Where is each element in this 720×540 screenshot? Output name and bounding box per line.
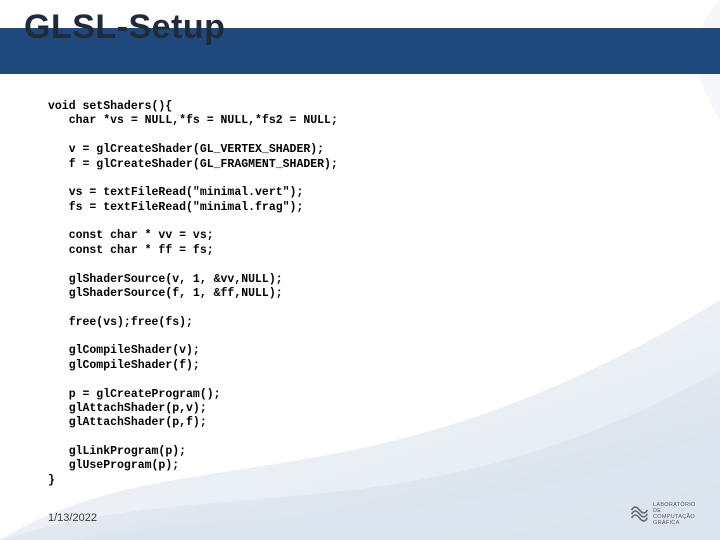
code-line: fs = textFileRead("minimal.frag");: [48, 201, 303, 214]
slide: GLSL-Setup void setShaders(){ char *vs =…: [0, 0, 720, 540]
code-line: free(vs);free(fs);: [48, 316, 193, 329]
code-line: glAttachShader(p,f);: [48, 416, 207, 429]
code-line: glAttachShader(p,v);: [48, 402, 207, 415]
logo-line: DE COMPUTAÇÃO: [653, 508, 698, 520]
code-block: void setShaders(){ char *vs = NULL,*fs =…: [48, 100, 660, 488]
logo-line: GRÁFICA: [653, 520, 698, 526]
code-line: void setShaders(){: [48, 100, 172, 113]
code-line: glLinkProgram(p);: [48, 445, 186, 458]
code-line: vs = textFileRead("minimal.vert");: [48, 186, 303, 199]
code-line: const char * ff = fs;: [48, 244, 214, 257]
wave-icon: [630, 502, 649, 526]
code-line: }: [48, 474, 55, 487]
logo-text: LABORATÓRIO DE COMPUTAÇÃO GRÁFICA: [653, 502, 698, 526]
code-line: p = glCreateProgram();: [48, 388, 221, 401]
code-line: glShaderSource(f, 1, &ff,NULL);: [48, 287, 283, 300]
code-line: const char * vv = vs;: [48, 229, 214, 242]
code-line: glCompileShader(v);: [48, 344, 200, 357]
footer-date: 1/13/2022: [48, 512, 97, 524]
footer-logo: LABORATÓRIO DE COMPUTAÇÃO GRÁFICA: [630, 498, 698, 530]
page-title: GLSL-Setup: [24, 8, 233, 47]
code-line: glUseProgram(p);: [48, 459, 179, 472]
code-line: char *vs = NULL,*fs = NULL,*fs2 = NULL;: [48, 114, 338, 127]
code-line: glShaderSource(v, 1, &vv,NULL);: [48, 273, 283, 286]
code-line: f = glCreateShader(GL_FRAGMENT_SHADER);: [48, 158, 338, 171]
code-line: glCompileShader(f);: [48, 359, 200, 372]
title-label: GLSL-Setup: [24, 8, 225, 46]
code-line: v = glCreateShader(GL_VERTEX_SHADER);: [48, 143, 324, 156]
